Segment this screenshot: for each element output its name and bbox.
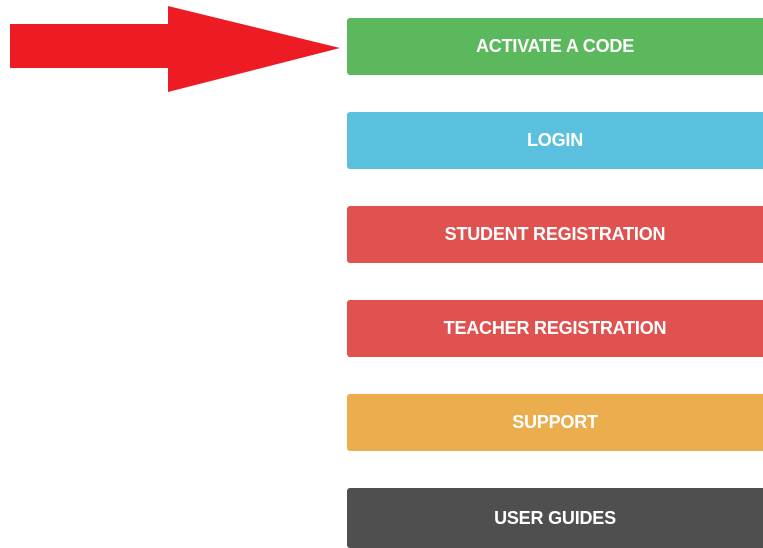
red-arrow-icon (10, 6, 340, 92)
student-registration-button[interactable]: STUDENT REGISTRATION (347, 206, 763, 263)
teacher-registration-button[interactable]: TEACHER REGISTRATION (347, 300, 763, 357)
support-button[interactable]: SUPPORT (347, 394, 763, 451)
login-button[interactable]: LOGIN (347, 112, 763, 169)
main-menu: ACTIVATE A CODE LOGIN STUDENT REGISTRATI… (347, 0, 763, 548)
activate-code-button[interactable]: ACTIVATE A CODE (347, 18, 763, 75)
user-guides-button[interactable]: USER GUIDES (347, 488, 763, 548)
